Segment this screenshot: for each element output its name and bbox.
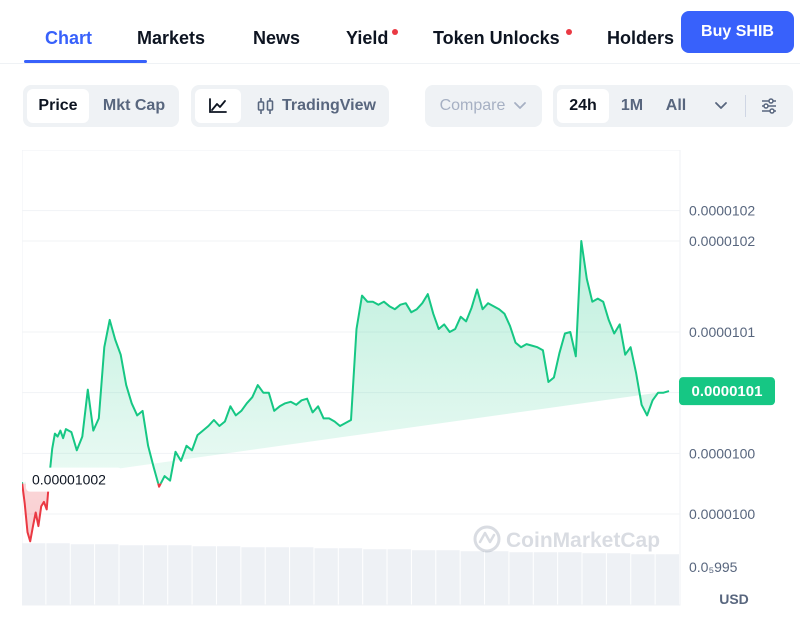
y-tick-label: 0.0000100 <box>689 506 755 522</box>
y-tick-label: 0.0000102 <box>689 233 755 249</box>
current-price-text: 0.0000101 <box>692 383 763 400</box>
y-tick-label: 0.0₅995 <box>689 559 738 575</box>
volume-bar <box>119 545 143 605</box>
volume-bar <box>290 547 314 605</box>
coinmarketcap-watermark: CoinMarketCap <box>473 525 660 553</box>
volume-bar <box>655 554 679 605</box>
range-24h[interactable]: 24h <box>557 89 609 123</box>
volume-bar <box>363 549 387 605</box>
range-1m[interactable]: 1M <box>611 89 653 123</box>
price-mktcap-toggle: Price Mkt Cap <box>23 85 179 127</box>
candlestick-icon <box>257 98 274 114</box>
chart-settings-button[interactable] <box>751 89 787 123</box>
compare-label: Compare <box>439 97 506 114</box>
tradingview-label: TradingView <box>282 97 376 114</box>
chart-type-toggle: TradingView <box>191 85 389 127</box>
volume-bar <box>558 552 582 605</box>
open-price-text: 0.00001002 <box>32 472 106 488</box>
volume-bar <box>216 546 241 605</box>
volume-bar <box>485 551 509 605</box>
volume-bar <box>46 543 70 605</box>
volume-bar <box>338 548 363 605</box>
tab-bar: Chart Markets News Yield Token Unlocks H… <box>0 0 800 64</box>
volume-bar <box>70 544 95 605</box>
volume-bar <box>460 551 485 605</box>
price-chart[interactable]: CoinMarketCap 0.00001002 0.0000102 0.0000… <box>21 149 800 630</box>
price-chart-svg: CoinMarketCap 0.00001002 0.0000102 0.0000… <box>21 149 775 630</box>
volume-bar <box>192 546 216 605</box>
volume-bar <box>411 550 436 605</box>
range-all[interactable]: All <box>655 89 697 123</box>
volume-bar <box>631 554 655 605</box>
active-tab-indicator <box>24 60 147 63</box>
tab-chart[interactable]: Chart <box>45 28 92 49</box>
volume-bar <box>143 545 168 605</box>
yield-notification-dot <box>392 29 398 35</box>
tradingview-button[interactable]: TradingView <box>249 89 383 123</box>
range-more-button[interactable] <box>703 89 739 123</box>
y-tick-label: 0.0000100 <box>689 445 755 461</box>
volume-bar <box>22 543 46 605</box>
toolbar-divider <box>745 95 746 117</box>
watermark-text: CoinMarketCap <box>506 529 660 552</box>
sliders-icon <box>762 98 776 114</box>
chevron-down-icon <box>514 102 527 109</box>
volume-bar <box>265 547 290 605</box>
compare-dropdown[interactable]: Compare <box>425 85 542 127</box>
time-range-toggle: 24h 1M All <box>553 85 793 127</box>
price-area-up <box>22 241 669 484</box>
volume-bar <box>387 549 411 605</box>
volume-bar <box>95 544 119 605</box>
compare-content: Compare <box>431 89 536 123</box>
volume-bar <box>314 548 338 605</box>
volume-bar <box>606 553 631 605</box>
line-chart-icon <box>209 98 227 113</box>
chevron-down-icon <box>715 102 727 109</box>
open-price-label: 0.00001002 <box>26 467 122 492</box>
currency-label: USD <box>719 591 749 607</box>
tab-holders[interactable]: Holders <box>607 28 674 49</box>
tab-news[interactable]: News <box>253 28 300 49</box>
tab-token-unlocks[interactable]: Token Unlocks <box>433 28 560 49</box>
volume-bar <box>241 547 265 605</box>
mkt-cap-toggle[interactable]: Mkt Cap <box>93 89 175 123</box>
buy-shib-button[interactable]: Buy SHIB <box>681 11 794 53</box>
line-chart-button[interactable] <box>195 89 241 123</box>
token-unlocks-notification-dot <box>566 29 572 35</box>
price-toggle[interactable]: Price <box>27 89 89 123</box>
volume-bar <box>582 553 606 605</box>
tab-markets[interactable]: Markets <box>137 28 205 49</box>
volume-bars <box>22 543 679 605</box>
current-price-label: 0.0000101 <box>679 377 775 406</box>
volume-bar <box>168 545 192 605</box>
tab-yield[interactable]: Yield <box>346 28 388 49</box>
volume-bar <box>436 550 460 605</box>
y-tick-label: 0.0000102 <box>689 203 755 219</box>
y-tick-label: 0.0000101 <box>689 324 755 340</box>
volume-bar <box>533 552 558 605</box>
volume-bar <box>509 552 533 605</box>
